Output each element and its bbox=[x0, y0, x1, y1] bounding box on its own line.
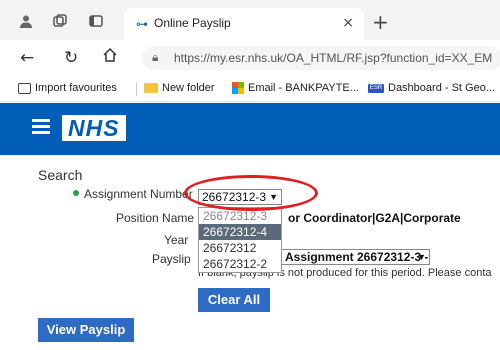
menu-icon[interactable] bbox=[32, 119, 50, 135]
dropdown-option[interactable]: 26672312-2 bbox=[199, 256, 281, 272]
email-bankpayte-link[interactable]: Email - BANKPAYTE... bbox=[232, 82, 359, 94]
browser-tab-bar: ⊶ Online Payslip × + bbox=[0, 0, 500, 40]
favourites-bar: Import favourites New folder Email - BAN… bbox=[0, 76, 500, 102]
import-favourites-link[interactable]: Import favourites bbox=[18, 82, 117, 94]
back-icon[interactable]: ← bbox=[20, 48, 34, 68]
nhs-header-bar: NHS bbox=[0, 103, 500, 155]
view-payslip-button[interactable]: View Payslip bbox=[38, 318, 134, 342]
nhs-logo: NHS bbox=[62, 115, 126, 141]
esr-favicon-icon: ⊶ bbox=[136, 17, 148, 31]
url-text: https://my.esr.nhs.uk/OA_HTML/RF.jsp?fun… bbox=[174, 51, 493, 65]
home-icon[interactable] bbox=[102, 47, 118, 68]
chevron-down-icon: ▼ bbox=[269, 192, 278, 202]
clear-all-button[interactable]: Clear All bbox=[198, 288, 270, 312]
tab-actions-icon[interactable] bbox=[88, 13, 104, 29]
lock-icon[interactable]: 🔒︎ bbox=[152, 50, 158, 65]
year-label: Year bbox=[164, 233, 189, 247]
dropdown-option-highlighted[interactable]: 26672312-4 bbox=[199, 224, 281, 240]
search-heading: Search bbox=[38, 167, 83, 183]
refresh-icon[interactable]: ↻ bbox=[64, 48, 78, 68]
required-indicator-icon bbox=[73, 190, 79, 196]
tab-online-payslip[interactable]: ⊶ Online Payslip × bbox=[124, 8, 364, 40]
new-tab-icon[interactable]: + bbox=[372, 10, 389, 34]
payslip-select[interactable]: Assignment 26672312-3 - ▼ bbox=[282, 249, 430, 265]
assignment-number-label: Assignment Number bbox=[84, 187, 193, 201]
import-icon bbox=[18, 82, 31, 94]
esr-dashboard-icon: ESR bbox=[368, 83, 384, 93]
position-name-value: or Coordinator|G2A|Corporate bbox=[288, 211, 461, 225]
assignment-number-select[interactable]: 26672312-3 ▼ bbox=[198, 189, 282, 205]
profile-icon[interactable] bbox=[18, 13, 34, 29]
payslip-label: Payslip bbox=[152, 252, 191, 266]
tab-title: Online Payslip bbox=[154, 16, 231, 30]
dropdown-option[interactable]: 26672312 bbox=[199, 240, 281, 256]
close-tab-icon[interactable]: × bbox=[342, 15, 354, 31]
position-name-label: Position Name bbox=[116, 211, 195, 225]
microsoft-icon bbox=[232, 82, 244, 94]
workspaces-icon[interactable] bbox=[52, 13, 68, 29]
dashboard-st-geo-link[interactable]: ESR Dashboard - St Geo... bbox=[368, 82, 495, 94]
dropdown-option[interactable]: 26672312-3 bbox=[199, 208, 281, 224]
folder-icon bbox=[144, 83, 158, 93]
assignment-dropdown-list: 26672312-3 26672312-4 26672312 26672312-… bbox=[198, 207, 282, 273]
favourites-divider bbox=[136, 82, 137, 96]
url-field[interactable]: 🔒︎ https://my.esr.nhs.uk/OA_HTML/RF.jsp?… bbox=[142, 46, 500, 70]
address-bar-row: ← ↻ 🔒︎ https://my.esr.nhs.uk/OA_HTML/RF.… bbox=[0, 40, 500, 76]
new-folder-link[interactable]: New folder bbox=[144, 82, 215, 94]
chevron-down-icon: ▼ bbox=[417, 252, 426, 262]
